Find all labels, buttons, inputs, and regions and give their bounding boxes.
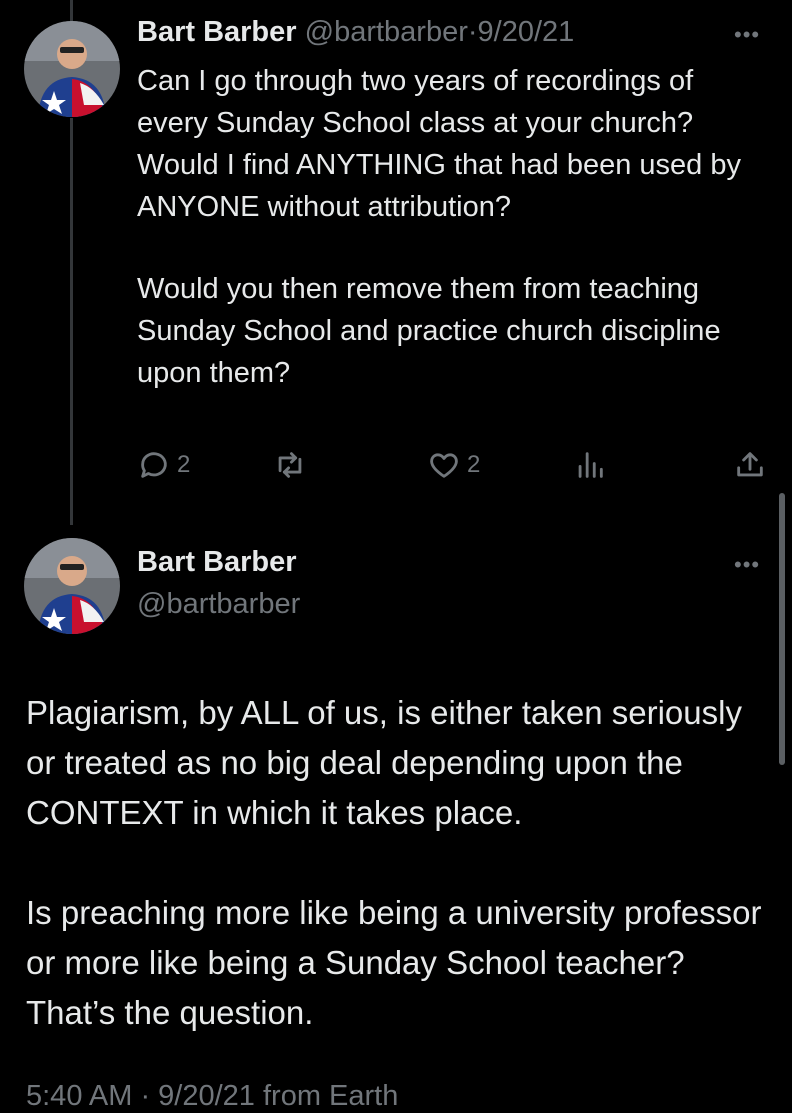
reply-icon xyxy=(141,452,167,478)
avatar[interactable] xyxy=(24,538,120,634)
avatar-photo xyxy=(24,538,120,634)
tweet-date[interactable]: 9/20/21 xyxy=(478,16,575,48)
bar-chart-icon xyxy=(578,452,603,478)
thread-connector xyxy=(70,118,73,525)
tweet-paragraph: Would you then remove them from teaching… xyxy=(137,273,721,389)
tweet-paragraph: Can I go through two years of recordings… xyxy=(137,65,741,223)
tweet-text: Can I go through two years of recordings… xyxy=(137,60,757,394)
like-count: 2 xyxy=(467,451,481,478)
share-icon xyxy=(737,452,763,477)
tweet-text: Plagiarism, by ALL of us, is either take… xyxy=(26,688,766,1038)
share-button[interactable] xyxy=(733,448,767,482)
author-handle[interactable]: @bartbarber xyxy=(305,16,468,48)
author-handle[interactable]: @bartbarber xyxy=(137,588,300,621)
tweet-header: Bart Barber @bartbarber·9/20/21 xyxy=(137,16,574,49)
separator-dot: · xyxy=(467,16,478,48)
author-name[interactable]: Bart Barber xyxy=(137,16,297,48)
thread-connector-top xyxy=(70,0,73,22)
like-button[interactable]: 2 xyxy=(427,448,480,482)
reply-button[interactable]: 2 xyxy=(137,448,190,482)
tweet-actions: 2 2 xyxy=(137,448,767,488)
reply-count: 2 xyxy=(177,451,191,478)
retweet-button[interactable] xyxy=(273,448,313,482)
avatar[interactable] xyxy=(24,21,120,117)
more-options-icon[interactable]: ••• xyxy=(734,552,760,578)
retweet-icon xyxy=(278,452,302,478)
tweet-paragraph: Is preaching more like being a universit… xyxy=(26,894,762,1031)
heart-icon xyxy=(430,453,458,478)
tweet-paragraph: Plagiarism, by ALL of us, is either take… xyxy=(26,694,742,831)
author-name[interactable]: Bart Barber xyxy=(137,546,297,579)
scrollbar[interactable] xyxy=(779,493,785,765)
views-button[interactable] xyxy=(573,448,613,482)
more-options-icon[interactable]: ••• xyxy=(734,22,760,48)
avatar-photo xyxy=(24,21,120,117)
